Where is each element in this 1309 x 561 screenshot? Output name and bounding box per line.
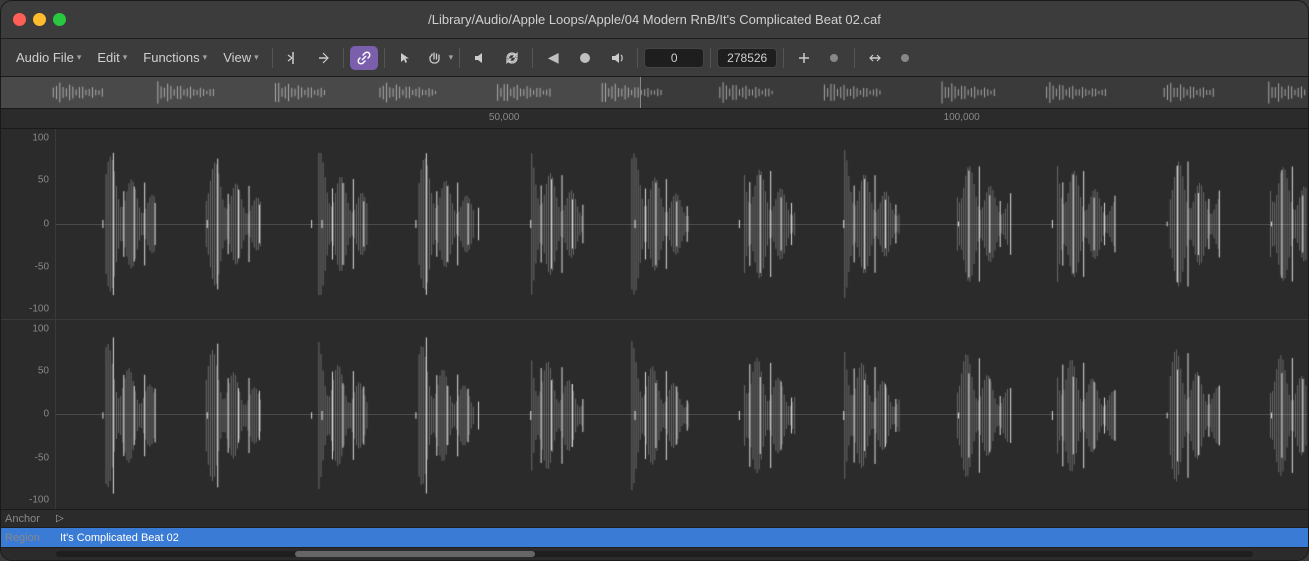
view-menu[interactable]: View ▾ [216,47,265,68]
overview-bar[interactable] [1,77,1308,109]
sep1 [272,48,273,68]
y-label-ch2-neg100: -100 [29,494,49,505]
bottom-bar: Anchor ▷ Region It's Complicated Beat 02 [1,509,1308,560]
trim-tool[interactable] [309,46,337,70]
sep5 [532,48,533,68]
channel1-waveform[interactable] [56,129,1308,319]
settings-button[interactable] [891,46,919,70]
title-bar: /Library/Audio/Apple Loops/Apple/04 Mode… [1,1,1308,39]
region-value: It's Complicated Beat 02 [56,532,1308,544]
sep8 [783,48,784,68]
rewind-button[interactable]: ◀ [539,46,567,70]
functions-chevron: ▾ [203,52,208,63]
anchor-row: Anchor ▷ [1,510,1308,528]
y-axis-ch1: 100 50 0 -50 -100 [1,129,56,319]
audio-file-label: Audio File [16,50,74,65]
maximize-button[interactable] [53,13,66,26]
sep2 [343,48,344,68]
audio-file-chevron: ▾ [77,52,82,63]
waveform-canvas-area[interactable] [56,129,1308,509]
close-button[interactable] [13,13,26,26]
volume-icon[interactable] [466,46,494,70]
toolbar: Audio File ▾ Edit ▾ Functions ▾ View ▾ [1,39,1308,77]
window-title: /Library/Audio/Apple Loops/Apple/04 Mode… [428,12,881,27]
selection-tools: ▾ [391,46,454,70]
scrollbar-track[interactable] [56,551,1253,557]
overview-selection [1,77,641,108]
zoom-up-button[interactable] [790,46,818,70]
position-display[interactable]: 0 [644,48,704,68]
view-chevron: ▾ [254,52,259,63]
traffic-lights [13,13,66,26]
sep6 [637,48,638,68]
split-tool[interactable] [279,46,307,70]
length-display[interactable]: 278526 [717,48,777,68]
anchor-marker: ▷ [56,513,64,524]
edit-tools [279,46,337,70]
ruler-label-100k: 100,000 [944,112,980,123]
channel2-waveform[interactable] [56,319,1308,510]
main-window: /Library/Audio/Apple Loops/Apple/04 Mode… [0,0,1309,561]
functions-menu[interactable]: Functions ▾ [136,47,214,68]
link-button[interactable] [350,46,378,70]
speaker-button[interactable] [603,46,631,70]
sep9 [854,48,855,68]
y-axis: 100 50 0 -50 -100 100 50 0 -50 -100 [1,129,56,509]
y-label-ch2-neg50: -50 [35,452,49,463]
sep3 [384,48,385,68]
cycle-button[interactable] [498,46,526,70]
stop-button[interactable] [571,46,599,70]
region-label: Region [1,532,56,544]
edit-chevron: ▾ [123,52,128,63]
view-label: View [223,50,251,65]
scrollbar-row [1,548,1308,560]
expand-button[interactable] [861,46,889,70]
functions-label: Functions [143,50,199,65]
y-label-ch1-neg100: -100 [29,304,49,315]
region-row: Region It's Complicated Beat 02 [1,528,1308,548]
y-label-ch1-50: 50 [38,175,49,186]
timeline-ruler: 50,000 100,000 [1,109,1308,129]
sep7 [710,48,711,68]
y-label-ch2-0: 0 [43,409,49,420]
scrollbar-thumb[interactable] [295,551,534,557]
y-label-ch2-100: 100 [32,323,49,334]
audio-file-menu[interactable]: Audio File ▾ [9,47,88,68]
y-label-ch1-100: 100 [32,133,49,144]
waveform-container: 50,000 100,000 100 50 0 -50 -100 100 50 [1,77,1308,509]
ruler-label-50k: 50,000 [489,112,520,123]
transport-controls [466,46,526,70]
pointer-tool[interactable] [391,46,419,70]
playback-transport: ◀ [539,46,631,70]
y-axis-ch2: 100 50 0 -50 -100 [1,319,56,510]
waveform-main: 100 50 0 -50 -100 100 50 0 -50 -100 [1,129,1308,509]
edit-menu[interactable]: Edit ▾ [90,47,134,68]
sep4 [459,48,460,68]
hand-tool[interactable] [421,46,449,70]
ch1-zero-line [56,224,1308,225]
hand-tool-chevron: ▾ [449,52,454,63]
anchor-label: Anchor [1,513,56,525]
y-label-ch2-50: 50 [38,365,49,376]
ch2-zero-line [56,414,1308,415]
zoom-indicator[interactable] [820,46,848,70]
minimize-button[interactable] [33,13,46,26]
edit-label: Edit [97,50,119,65]
y-label-ch1-0: 0 [43,218,49,229]
y-label-ch1-neg50: -50 [35,262,49,273]
